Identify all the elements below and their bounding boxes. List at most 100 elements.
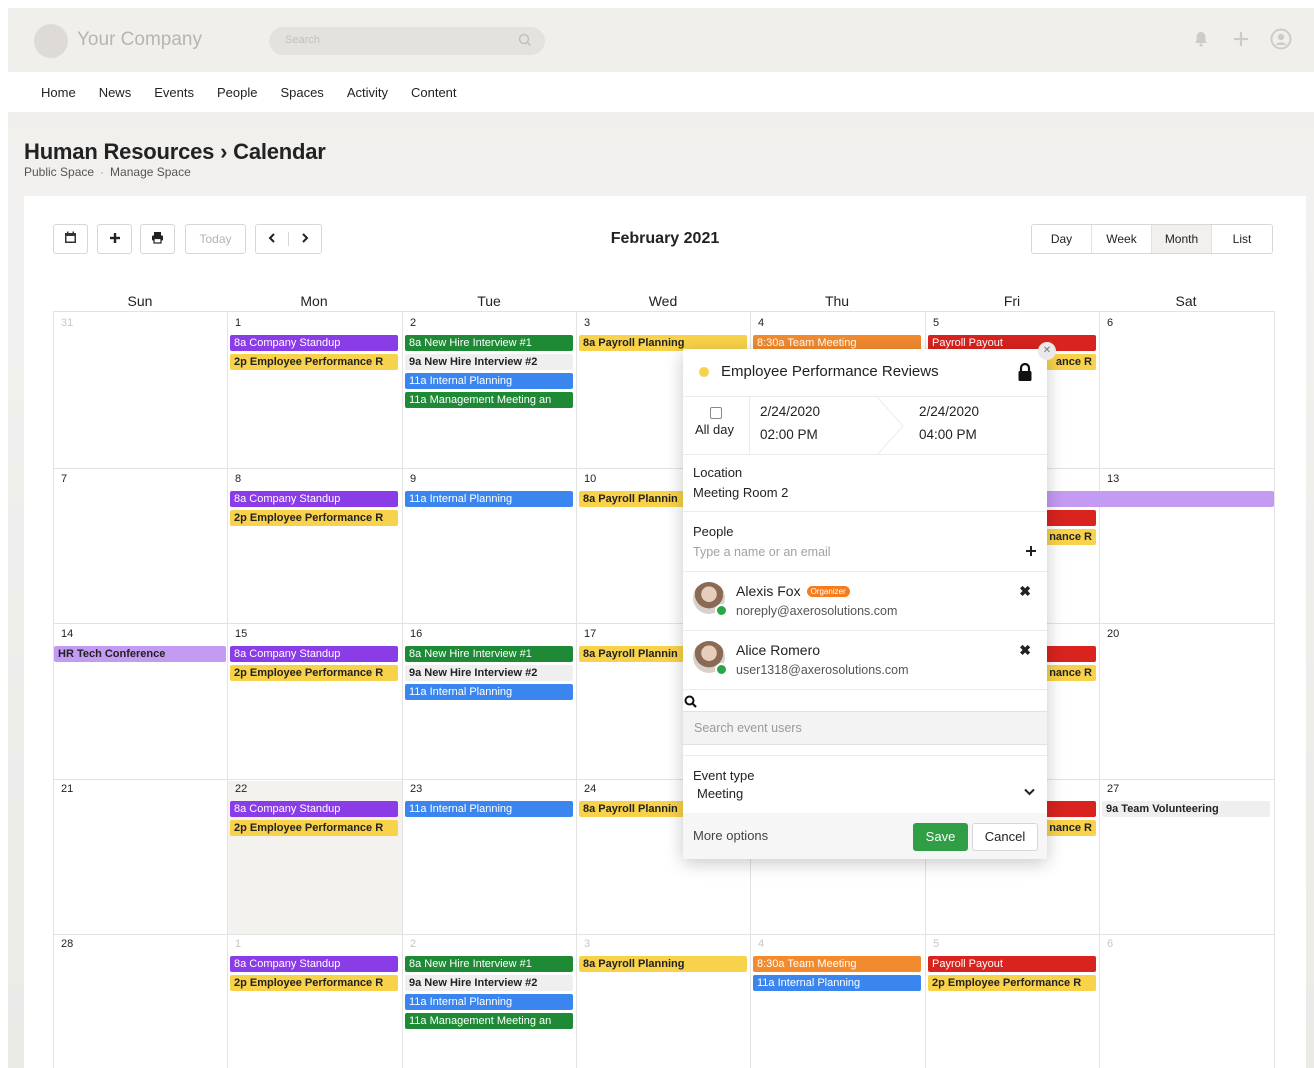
event-chip[interactable]: 8a Company Standup — [230, 956, 398, 972]
nav-events[interactable]: Events — [154, 85, 194, 100]
event-chip[interactable] — [1044, 491, 1274, 507]
view-week[interactable]: Week — [1092, 225, 1152, 253]
day-number[interactable]: 10 — [584, 473, 596, 485]
view-month[interactable]: Month — [1152, 225, 1212, 253]
nav-spaces[interactable]: Spaces — [280, 85, 323, 100]
person-name[interactable]: Alice Romero — [736, 642, 820, 658]
avatar[interactable] — [693, 582, 728, 617]
day-number[interactable]: 4 — [758, 317, 764, 329]
event-title[interactable]: Employee Performance Reviews — [721, 363, 939, 380]
close-popup-button[interactable]: ✕ — [1038, 342, 1056, 360]
remove-person-button[interactable]: ✖ — [1019, 583, 1031, 600]
event-chip[interactable]: nance R — [1044, 529, 1096, 545]
day-number[interactable]: 8 — [235, 473, 241, 485]
start-time-field[interactable]: 02:00 PM — [760, 427, 818, 442]
event-chip[interactable]: 9a New Hire Interview #2 — [405, 975, 573, 991]
day-number[interactable]: 1 — [235, 938, 241, 950]
event-chip[interactable]: 11a Internal Planning — [405, 373, 573, 389]
event-chip[interactable]: nance R — [1044, 820, 1096, 836]
company-logo[interactable] — [34, 24, 68, 58]
event-chip[interactable]: 2p Employee Performance R — [230, 510, 398, 526]
event-chip[interactable]: 11a Internal Planning — [753, 975, 921, 991]
day-number[interactable]: 16 — [410, 628, 422, 640]
chevron-down-icon[interactable] — [1024, 787, 1035, 799]
event-chip[interactable]: 8a Company Standup — [230, 646, 398, 662]
end-date-field[interactable]: 2/24/2020 — [919, 404, 979, 419]
end-time-field[interactable]: 04:00 PM — [919, 427, 977, 442]
event-chip[interactable] — [1044, 801, 1096, 817]
company-name[interactable]: Your Company — [77, 29, 202, 51]
remove-person-button[interactable]: ✖ — [1019, 642, 1031, 659]
event-chip[interactable]: 11a Internal Planning — [405, 684, 573, 700]
event-chip[interactable]: Payroll Payout — [928, 956, 1096, 972]
day-number[interactable]: 3 — [584, 938, 590, 950]
lock-icon[interactable] — [1017, 362, 1033, 382]
view-day[interactable]: Day — [1032, 225, 1092, 253]
event-chip[interactable]: 9a New Hire Interview #2 — [405, 354, 573, 370]
event-chip[interactable]: 9a Team Volunteering — [1102, 801, 1270, 817]
nav-home[interactable]: Home — [41, 85, 76, 100]
event-chip[interactable]: 11a Management Meeting an — [405, 392, 573, 408]
event-chip[interactable]: 8a New Hire Interview #1 — [405, 956, 573, 972]
day-number[interactable]: 2 — [410, 317, 416, 329]
day-number[interactable]: 15 — [235, 628, 247, 640]
people-input[interactable]: Type a name or an email — [693, 545, 831, 559]
search-event-users-input[interactable]: Search event users — [683, 711, 1047, 745]
manage-space-link[interactable]: Manage Space — [110, 165, 191, 179]
event-chip[interactable]: 2p Employee Performance R — [230, 354, 398, 370]
event-chip[interactable]: 8a New Hire Interview #1 — [405, 646, 573, 662]
start-date-field[interactable]: 2/24/2020 — [760, 404, 820, 419]
event-chip[interactable]: 2p Employee Performance R — [928, 975, 1096, 991]
search-icon[interactable] — [517, 32, 533, 48]
bell-icon[interactable] — [1190, 28, 1212, 50]
event-chip[interactable]: 8a Company Standup — [230, 491, 398, 507]
day-number[interactable]: 9 — [410, 473, 416, 485]
event-chip[interactable]: 11a Internal Planning — [405, 801, 573, 817]
add-person-icon[interactable] — [1025, 544, 1037, 562]
event-chip[interactable]: 8a Company Standup — [230, 801, 398, 817]
nav-activity[interactable]: Activity — [347, 85, 388, 100]
day-number[interactable]: 20 — [1107, 628, 1119, 640]
user-account-icon[interactable] — [1270, 28, 1292, 50]
event-chip[interactable]: HR Tech Conference — [54, 646, 226, 662]
day-number[interactable]: 4 — [758, 938, 764, 950]
event-chip[interactable]: nance R — [1044, 665, 1096, 681]
event-chip[interactable]: 9a New Hire Interview #2 — [405, 665, 573, 681]
person-name[interactable]: Alexis Fox Organizer — [736, 583, 850, 599]
event-chip[interactable]: 11a Management Meeting an — [405, 1013, 573, 1029]
event-chip[interactable]: 8a Payroll Planning — [579, 956, 747, 972]
nav-people[interactable]: People — [217, 85, 257, 100]
nav-content[interactable]: Content — [411, 85, 457, 100]
event-chip[interactable] — [1044, 646, 1096, 662]
event-chip[interactable]: 8:30a Team Meeting — [753, 956, 921, 972]
day-number[interactable]: 21 — [61, 783, 73, 795]
global-search[interactable]: Search — [269, 27, 545, 55]
day-number[interactable]: 7 — [61, 473, 67, 485]
event-chip[interactable] — [1044, 510, 1096, 526]
day-number[interactable]: 28 — [61, 938, 73, 950]
day-number[interactable]: 3 — [584, 317, 590, 329]
event-chip[interactable]: 8a New Hire Interview #1 — [405, 335, 573, 351]
all-day-checkbox[interactable] — [710, 407, 722, 419]
more-options-link[interactable]: More options — [693, 828, 768, 843]
save-button[interactable]: Save — [913, 823, 968, 851]
day-number[interactable]: 5 — [933, 938, 939, 950]
day-number[interactable]: 17 — [584, 628, 596, 640]
event-chip[interactable]: 11a Internal Planning — [405, 491, 573, 507]
day-number[interactable]: 31 — [61, 317, 73, 329]
view-list[interactable]: List — [1212, 225, 1272, 253]
event-chip[interactable]: 11a Internal Planning — [405, 994, 573, 1010]
day-number[interactable]: 24 — [584, 783, 596, 795]
plus-icon[interactable] — [1230, 28, 1252, 50]
day-number[interactable]: 1 — [235, 317, 241, 329]
day-number[interactable]: 6 — [1107, 317, 1113, 329]
avatar[interactable] — [693, 641, 728, 676]
event-chip[interactable]: 8a Company Standup — [230, 335, 398, 351]
day-number[interactable]: 13 — [1107, 473, 1119, 485]
day-number[interactable]: 27 — [1107, 783, 1119, 795]
day-number[interactable]: 23 — [410, 783, 422, 795]
day-number[interactable]: 22 — [235, 783, 247, 795]
event-type-select[interactable]: Meeting — [697, 786, 743, 801]
day-number[interactable]: 6 — [1107, 938, 1113, 950]
nav-news[interactable]: News — [99, 85, 132, 100]
